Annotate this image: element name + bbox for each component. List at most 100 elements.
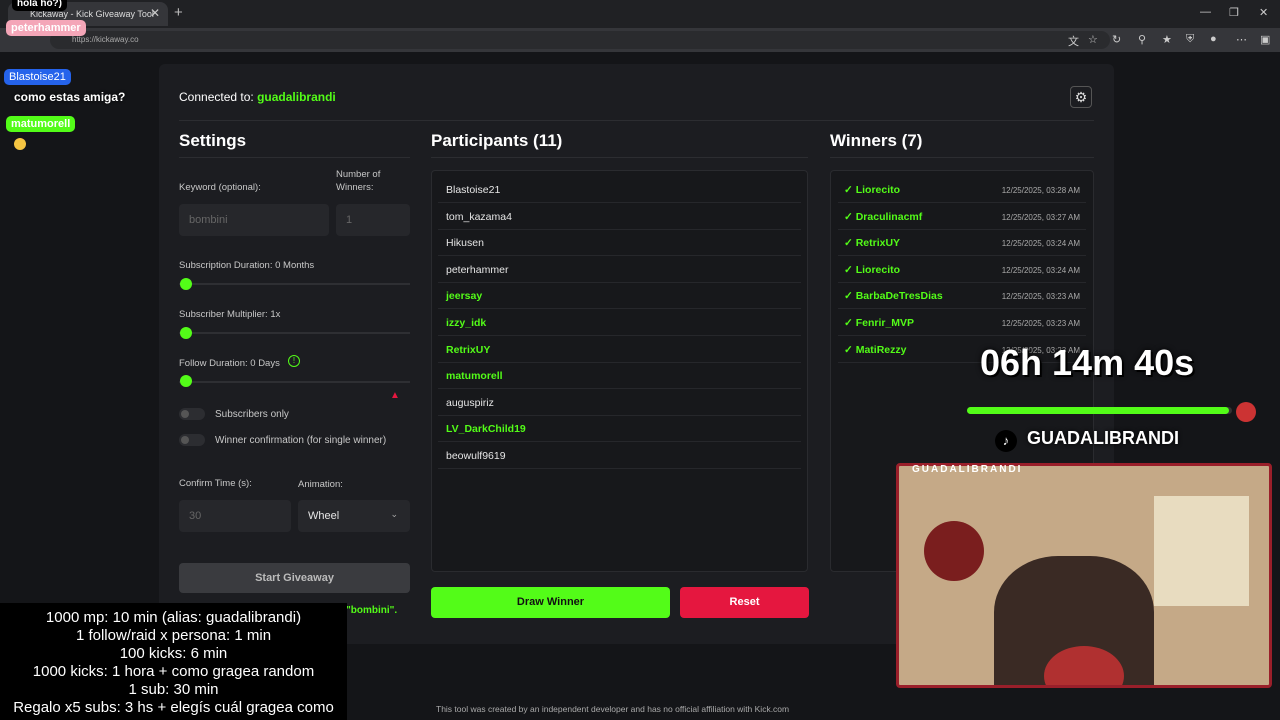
poster-image [1154, 496, 1249, 606]
favorites-icon[interactable]: ★ [1162, 33, 1172, 46]
follow-duration-slider[interactable] [179, 381, 410, 383]
winner-name: ✓ Draculinacmf [844, 210, 923, 223]
subscriber-multiplier-slider[interactable] [179, 332, 410, 334]
subscription-duration-slider[interactable] [179, 283, 410, 285]
confirm-time-input[interactable]: 30 [179, 500, 291, 532]
reset-button[interactable]: Reset [680, 587, 809, 618]
winner-timestamp: 12/25/2025, 03:24 AM [1001, 239, 1080, 249]
slider-handle[interactable] [180, 278, 192, 290]
tab-close-icon[interactable]: ✕ [150, 6, 160, 20]
winner-name: ✓ Fenrir_MVP [844, 317, 915, 329]
confirm-time-label: Confirm Time (s): [179, 478, 252, 489]
participant-row: RetrixUY [446, 343, 491, 356]
footer-disclaimer: This tool was created by an independent … [436, 704, 790, 714]
timer-progress-bar [967, 407, 1230, 414]
winners-count-input[interactable]: 1 [336, 204, 410, 236]
stream-timer: 06h 14m 40s [980, 342, 1195, 383]
row-divider [438, 255, 801, 257]
info-icon[interactable]: ! [288, 355, 300, 367]
gear-icon[interactable]: ⚙ [1070, 86, 1092, 108]
avatar[interactable]: ● [1210, 33, 1217, 45]
cursor-icon: ▲ [390, 390, 400, 401]
rule-line: 1000 mp: 10 min (alias: guadalibrandi) [45, 609, 302, 626]
row-divider [438, 388, 801, 390]
minimize-icon[interactable]: — [1200, 6, 1211, 18]
divider [431, 157, 808, 158]
winner-name: ✓ Liorecito [844, 184, 901, 196]
participant-row: tom_kazama4 [446, 210, 512, 223]
window-close-icon[interactable]: ✕ [1259, 6, 1268, 19]
chat-username: matumorell [6, 116, 76, 132]
subscribers-only-toggle[interactable] [179, 408, 205, 420]
row-divider [838, 308, 1086, 310]
bookmark-star-icon[interactable]: ☆ [1088, 33, 1098, 46]
participant-row: jeersay [446, 290, 483, 303]
rule-line: Regalo x5 subs: 3 hs + elegís cuál grage… [13, 699, 334, 716]
menu-icon[interactable]: ⋯ [1236, 33, 1247, 46]
rule-line: 1000 kicks: 1 hora + como gragea random [32, 663, 315, 680]
shield-icon[interactable]: ⛨ [1186, 33, 1194, 46]
translate-icon[interactable]: 文 [1068, 33, 1079, 49]
participant-row: Blastoise21 [446, 184, 501, 196]
winners-label-line2: Winners: [336, 182, 374, 193]
winner-name: ✓ RetrixUY [844, 237, 901, 250]
row-divider [838, 228, 1086, 230]
row-divider [438, 281, 801, 283]
participant-row: matumorell [446, 370, 503, 383]
stream-chat: hola ho?) peterhammer Blastoise21 como e… [0, 0, 140, 160]
webcam-feed [896, 463, 1272, 688]
follow-duration-label: Follow Duration: 0 Days [179, 358, 280, 369]
winner-timestamp: 12/25/2025, 03:27 AM [1001, 212, 1080, 222]
subscriber-multiplier-label: Subscriber Multiplier: 1x [179, 309, 281, 320]
chat-username: peterhammer [6, 20, 86, 36]
chat-username: Blastoise21 [4, 69, 71, 85]
settings-title: Settings [179, 131, 247, 150]
row-divider [438, 361, 801, 363]
rule-line: 1 follow/raid x persona: 1 min [75, 627, 272, 644]
participant-row: beowulf9619 [446, 450, 506, 462]
slider-handle[interactable] [180, 327, 192, 339]
webcam-label: GUADALIBRANDI [912, 464, 1023, 475]
row-divider [438, 202, 801, 203]
connected-user: guadalibrandi [257, 90, 336, 104]
mascot-icon [1236, 402, 1256, 422]
subscribers-only-label: Subscribers only [215, 409, 289, 420]
row-divider [838, 255, 1086, 257]
participant-row: izzy_idk [446, 317, 487, 329]
poster-image [924, 521, 984, 581]
participants-title: Participants (11) [431, 131, 563, 150]
start-giveaway-button[interactable]: Start Giveaway [179, 563, 410, 593]
animation-select[interactable]: Wheel ⌄ [298, 500, 410, 532]
row-divider [438, 414, 801, 416]
participant-row: peterhammer [446, 263, 509, 276]
keyword-label: Keyword (optional): [179, 182, 261, 193]
maximize-icon[interactable]: ❐ [1229, 6, 1239, 19]
winner-confirmation-toggle[interactable] [179, 434, 205, 446]
tiktok-icon: ♪ [995, 430, 1017, 452]
rule-line: 100 kicks: 6 min [119, 645, 228, 662]
animation-value: Wheel [308, 510, 340, 522]
new-tab-icon[interactable]: + [174, 4, 183, 21]
row-divider [438, 468, 801, 469]
address-bar[interactable] [50, 31, 1110, 49]
divider [179, 120, 1094, 121]
refresh-icon[interactable]: ↻ [1112, 33, 1121, 46]
row-divider [438, 308, 801, 310]
stream-rules-panel: 1000 mp: 10 min (alias: guadalibrandi) 1… [0, 603, 347, 720]
sidebar-icon[interactable]: ▣ [1260, 33, 1270, 46]
extension-icon[interactable]: ⚲ [1138, 33, 1146, 46]
winner-confirmation-label: Winner confirmation (for single winner) [215, 435, 387, 446]
winners-title: Winners (7) [830, 131, 923, 150]
winner-name: ✓ Liorecito [844, 263, 901, 276]
keyword-input[interactable]: bombini [179, 204, 329, 236]
row-divider [438, 228, 801, 230]
connection-status: Connected to: guadalibrandi [179, 90, 336, 104]
slider-handle[interactable] [180, 375, 192, 387]
draw-winner-button[interactable]: Draw Winner [431, 587, 670, 618]
divider [179, 157, 410, 158]
browser-tabstrip [0, 0, 1280, 28]
participant-row: Hikusen [446, 237, 484, 250]
tiktok-handle: GUADALIBRANDI [1027, 428, 1179, 448]
connected-label: Connected to: [179, 90, 254, 104]
winner-timestamp: 12/25/2025, 03:23 AM [1001, 319, 1080, 328]
